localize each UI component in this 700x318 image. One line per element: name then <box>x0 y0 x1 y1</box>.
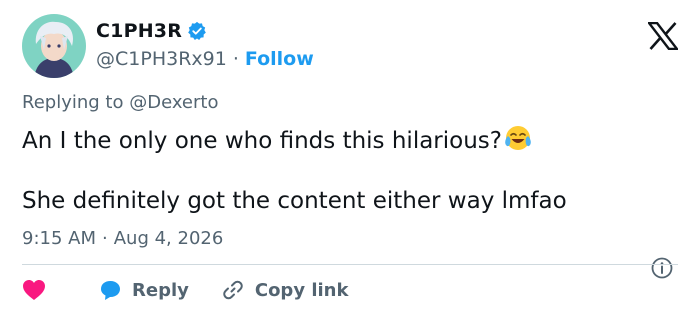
copy-link-label: Copy link <box>254 279 349 301</box>
tweet-timestamp[interactable]: 9:15 AM · Aug 4, 2026 <box>22 228 223 249</box>
reply-context-mention[interactable]: @Dexerto <box>129 92 218 113</box>
link-icon <box>221 278 245 302</box>
tweet-date: Aug 4, 2026 <box>113 228 224 249</box>
tweet-text-line-2: She definitely got the content either wa… <box>22 188 567 214</box>
handle-separator: · <box>232 48 239 70</box>
copy-link-button[interactable]: Copy link <box>221 278 349 302</box>
timestamp-separator: · <box>102 228 108 249</box>
avatar[interactable] <box>22 14 86 78</box>
tweet-text-line-1: An I the only one who finds this hilario… <box>22 124 532 156</box>
info-icon[interactable] <box>650 256 674 280</box>
like-button[interactable] <box>22 279 48 301</box>
reply-context: Replying to @Dexerto <box>22 92 218 113</box>
follow-button[interactable]: Follow <box>245 48 314 70</box>
avatar-image <box>22 14 86 78</box>
reply-label: Reply <box>132 279 189 301</box>
author-handle[interactable]: @C1PH3Rx91 <box>96 48 227 70</box>
author-display-name[interactable]: C1PH3R <box>96 20 182 42</box>
author-handle-row: @C1PH3Rx91 · Follow <box>96 48 314 70</box>
face-with-tears-of-joy-icon <box>504 124 532 152</box>
tweet-text-line-1-text: An I the only one who finds this hilario… <box>22 128 502 154</box>
action-bar: Reply Copy link <box>22 274 348 306</box>
x-logo-icon[interactable] <box>646 21 680 51</box>
divider <box>22 264 678 265</box>
tweet-time: 9:15 AM <box>22 228 96 249</box>
reply-bubble-icon <box>98 279 122 301</box>
author-name-row: C1PH3R <box>96 20 207 42</box>
reply-context-prefix: Replying to <box>22 92 124 113</box>
heart-icon <box>22 279 46 301</box>
reply-button[interactable]: Reply <box>98 279 189 301</box>
verified-badge-icon <box>187 21 207 41</box>
